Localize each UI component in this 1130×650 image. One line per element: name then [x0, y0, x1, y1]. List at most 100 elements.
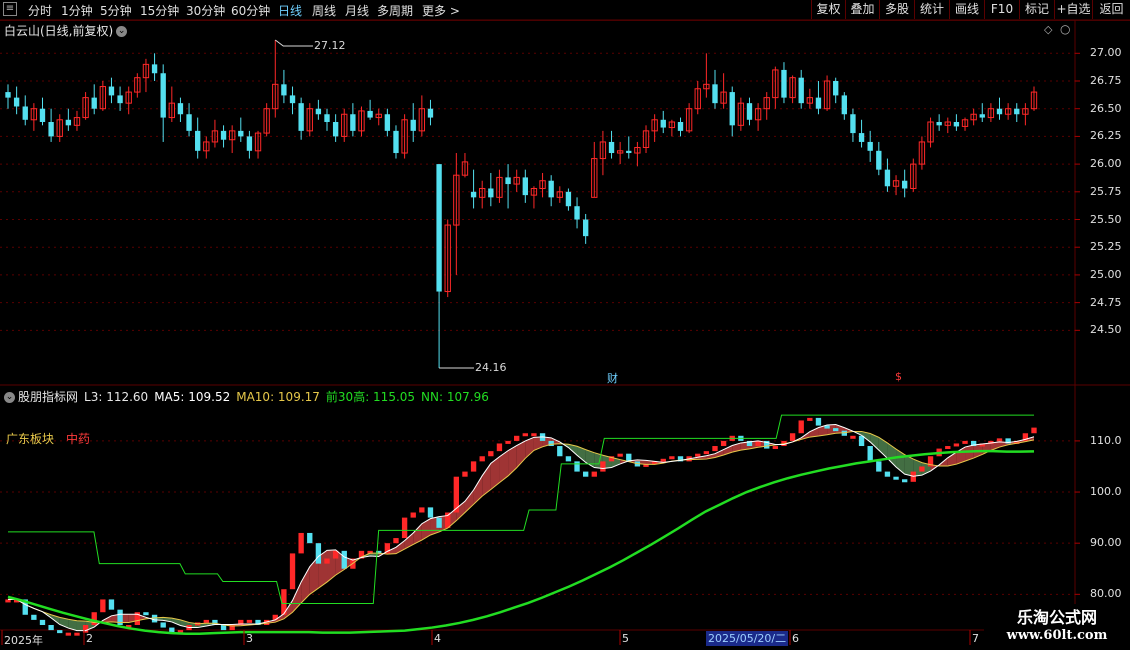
indicator-candle — [893, 476, 899, 480]
candle-body — [798, 77, 804, 104]
indicator-candle — [514, 435, 520, 441]
indicator-candle — [298, 532, 304, 554]
indicator-axis-label: 110.0 — [1090, 433, 1122, 447]
indicator-candle — [74, 632, 80, 636]
candle-body — [901, 180, 908, 189]
candle-body — [574, 206, 580, 220]
price-axis-label: 24.50 — [1090, 323, 1122, 337]
candle-body — [1014, 108, 1020, 115]
candle-body — [393, 130, 399, 154]
ma-ribbon-segment — [482, 463, 491, 497]
candle-body — [979, 114, 985, 118]
candle-body — [608, 141, 615, 154]
candle-body — [781, 69, 787, 98]
indicator-candle — [557, 446, 563, 457]
candle-body — [436, 164, 442, 292]
ma-ribbon-segment — [947, 452, 957, 466]
indicator-candle — [31, 614, 37, 620]
high-price-label: 27.12 — [314, 39, 346, 52]
qian30-value: 前30高: 115.05 — [325, 390, 416, 404]
nn-value: NN: 107.96 — [421, 390, 489, 404]
date-axis-label: 6 — [792, 632, 799, 645]
candle-body — [660, 119, 666, 128]
candle-body — [884, 169, 891, 187]
price-axis-label: 26.75 — [1090, 74, 1122, 87]
watermark-title: 乐淘公式网 — [1016, 608, 1097, 627]
indicator-candle — [876, 461, 882, 472]
price-axis-label: 26.50 — [1090, 101, 1122, 115]
indicator-candle — [695, 453, 701, 457]
ma-ribbon-segment — [301, 566, 310, 604]
chart-canvas[interactable] — [0, 0, 1130, 650]
ma-ribbon-segment — [464, 490, 474, 513]
indicator-title: ⌄ 股朋指标网 L3: 112.60 MA5: 109.52 MA10: 109.17 前… — [4, 388, 495, 405]
dividend-marker[interactable]: $ — [895, 370, 902, 383]
candle-body — [13, 97, 20, 107]
indicator-candle — [505, 440, 511, 444]
indicator-candle — [462, 471, 468, 477]
ma5-value: MA5: 109.52 — [154, 390, 231, 404]
indicator-candle — [807, 417, 813, 421]
candle-body — [565, 191, 572, 207]
indicator-candle — [522, 433, 528, 437]
ma-ribbon-segment — [490, 456, 500, 490]
candle-body — [712, 84, 718, 104]
candle-body — [876, 150, 882, 170]
indicator-candle — [39, 619, 46, 625]
indicator-candle — [582, 471, 589, 477]
indicator-candle — [65, 632, 72, 636]
candle-body — [108, 86, 115, 96]
indicator-candle — [220, 625, 227, 631]
indicator-candle — [712, 446, 718, 452]
indicator-candle — [772, 446, 779, 450]
circle-dropdown-icon[interactable]: ⌄ — [4, 392, 15, 403]
l3-value: L3: 112.60 — [84, 390, 149, 404]
indicator-candle — [574, 461, 580, 472]
price-axis-label: 25.75 — [1090, 184, 1122, 198]
indicator-candle — [703, 451, 710, 455]
candle-body — [626, 150, 632, 154]
candle-body — [867, 141, 873, 151]
indicator-candle — [315, 543, 322, 564]
price-axis-label: 26.25 — [1090, 129, 1122, 143]
candle-body — [522, 177, 528, 196]
ma-ribbon-segment — [421, 518, 431, 541]
indicator-candle — [307, 532, 313, 544]
candle-body — [850, 114, 856, 134]
date-axis-label: 2 — [86, 632, 93, 645]
price-axis-label: 25.25 — [1090, 240, 1122, 254]
candle-body — [677, 122, 684, 131]
finance-marker[interactable]: 财 — [607, 370, 618, 386]
candle-body — [220, 130, 227, 140]
indicator-candle — [660, 458, 666, 462]
candle-body — [22, 106, 28, 120]
indicator-candle — [203, 619, 209, 623]
date-axis-label: 5 — [622, 632, 629, 645]
price-axis-label: 27.00 — [1090, 46, 1122, 60]
indicator-axis-label: 100.0 — [1090, 485, 1122, 499]
candle-body — [151, 64, 158, 74]
candle-body — [91, 97, 97, 109]
indicator-candle — [100, 599, 106, 613]
candle-body — [324, 114, 330, 122]
industry-label: 中药 — [66, 432, 91, 446]
indicator-candle — [815, 417, 822, 426]
indicator-candle — [669, 456, 675, 460]
candle-body — [858, 133, 865, 142]
candle-body — [65, 119, 72, 126]
indicator-candle — [850, 435, 856, 439]
candle-body — [470, 191, 477, 198]
candle-body — [350, 114, 356, 131]
indicator-candle — [962, 440, 968, 444]
candle-body — [996, 108, 1003, 115]
indicator-candle — [108, 599, 115, 610]
candle-body — [177, 103, 184, 115]
indicator-candle — [151, 614, 158, 623]
indicator-candle — [393, 538, 399, 544]
indicator-candle — [427, 507, 434, 518]
indicator-candle — [953, 443, 960, 447]
indicator-candle — [401, 517, 408, 539]
nn-line — [7, 449, 1035, 635]
price-axis-label: 25.50 — [1090, 212, 1122, 226]
indicator-candle — [833, 428, 839, 432]
